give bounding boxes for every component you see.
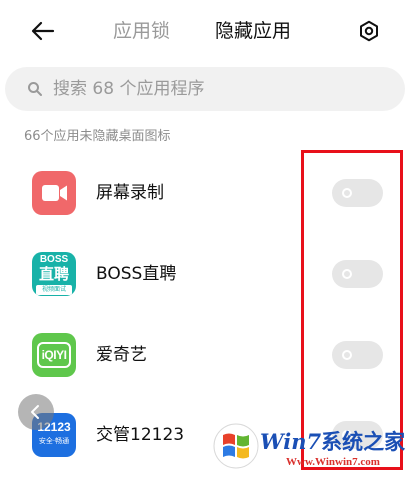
iqiyi-icon-text: iQIYI (41, 348, 67, 362)
hide-toggle[interactable] (332, 260, 383, 288)
app-row-iqiyi[interactable]: iQIYI 爱奇艺 (0, 333, 410, 413)
floating-back-button[interactable] (18, 394, 54, 430)
windows-logo (213, 423, 259, 469)
app-name: 爱奇艺 (96, 345, 147, 365)
watermark-url: Www.Winwin7.com (286, 456, 380, 468)
iqiyi-icon: iQIYI (32, 333, 76, 377)
watermark-win: Win (260, 429, 307, 454)
search-bar[interactable] (5, 67, 405, 111)
boss-icon-text-cn: 直聘 (38, 265, 69, 283)
jiaoguan-icon-subtext: 安全·畅通 (38, 437, 70, 445)
hide-toggle[interactable] (332, 179, 383, 207)
watermark-cn: 系统之家 (321, 429, 406, 454)
tab-hidden-apps[interactable]: 隐藏应用 (215, 18, 291, 44)
watermark: Win7系统之家 Www.Winwin7.com (212, 420, 408, 476)
watermark-7: 7 (306, 429, 322, 454)
gear-icon (360, 20, 378, 42)
hide-toggle[interactable] (332, 341, 383, 369)
search-icon (28, 82, 42, 96)
boss-zhipin-icon: BOSS 直聘 视频面试 (32, 252, 76, 296)
toggle-knob (342, 269, 352, 279)
boss-icon-text: BOSS (39, 254, 69, 265)
toggle-knob (342, 188, 352, 198)
search-input[interactable] (53, 67, 383, 111)
tab-app-lock[interactable]: 应用锁 (113, 18, 170, 44)
app-name: 交管12123 (96, 425, 185, 445)
toggle-knob (342, 350, 352, 360)
back-button[interactable] (26, 14, 60, 48)
app-name: BOSS直聘 (96, 264, 177, 284)
header-bar: 应用锁 隐藏应用 (0, 0, 410, 62)
settings-button[interactable] (353, 15, 385, 47)
app-row-boss[interactable]: BOSS 直聘 视频面试 BOSS直聘 (0, 252, 410, 332)
boss-icon-subtext: 视频面试 (36, 285, 72, 295)
watermark-text: Win7系统之家 (260, 426, 405, 456)
section-label: 66个应用未隐藏桌面图标 (24, 129, 171, 144)
chevron-left-icon (31, 405, 39, 419)
arrow-left-icon (31, 21, 55, 41)
app-row-screen-record[interactable]: 屏幕录制 (0, 171, 410, 251)
app-name: 屏幕录制 (96, 183, 164, 203)
screen-record-icon (32, 171, 76, 215)
